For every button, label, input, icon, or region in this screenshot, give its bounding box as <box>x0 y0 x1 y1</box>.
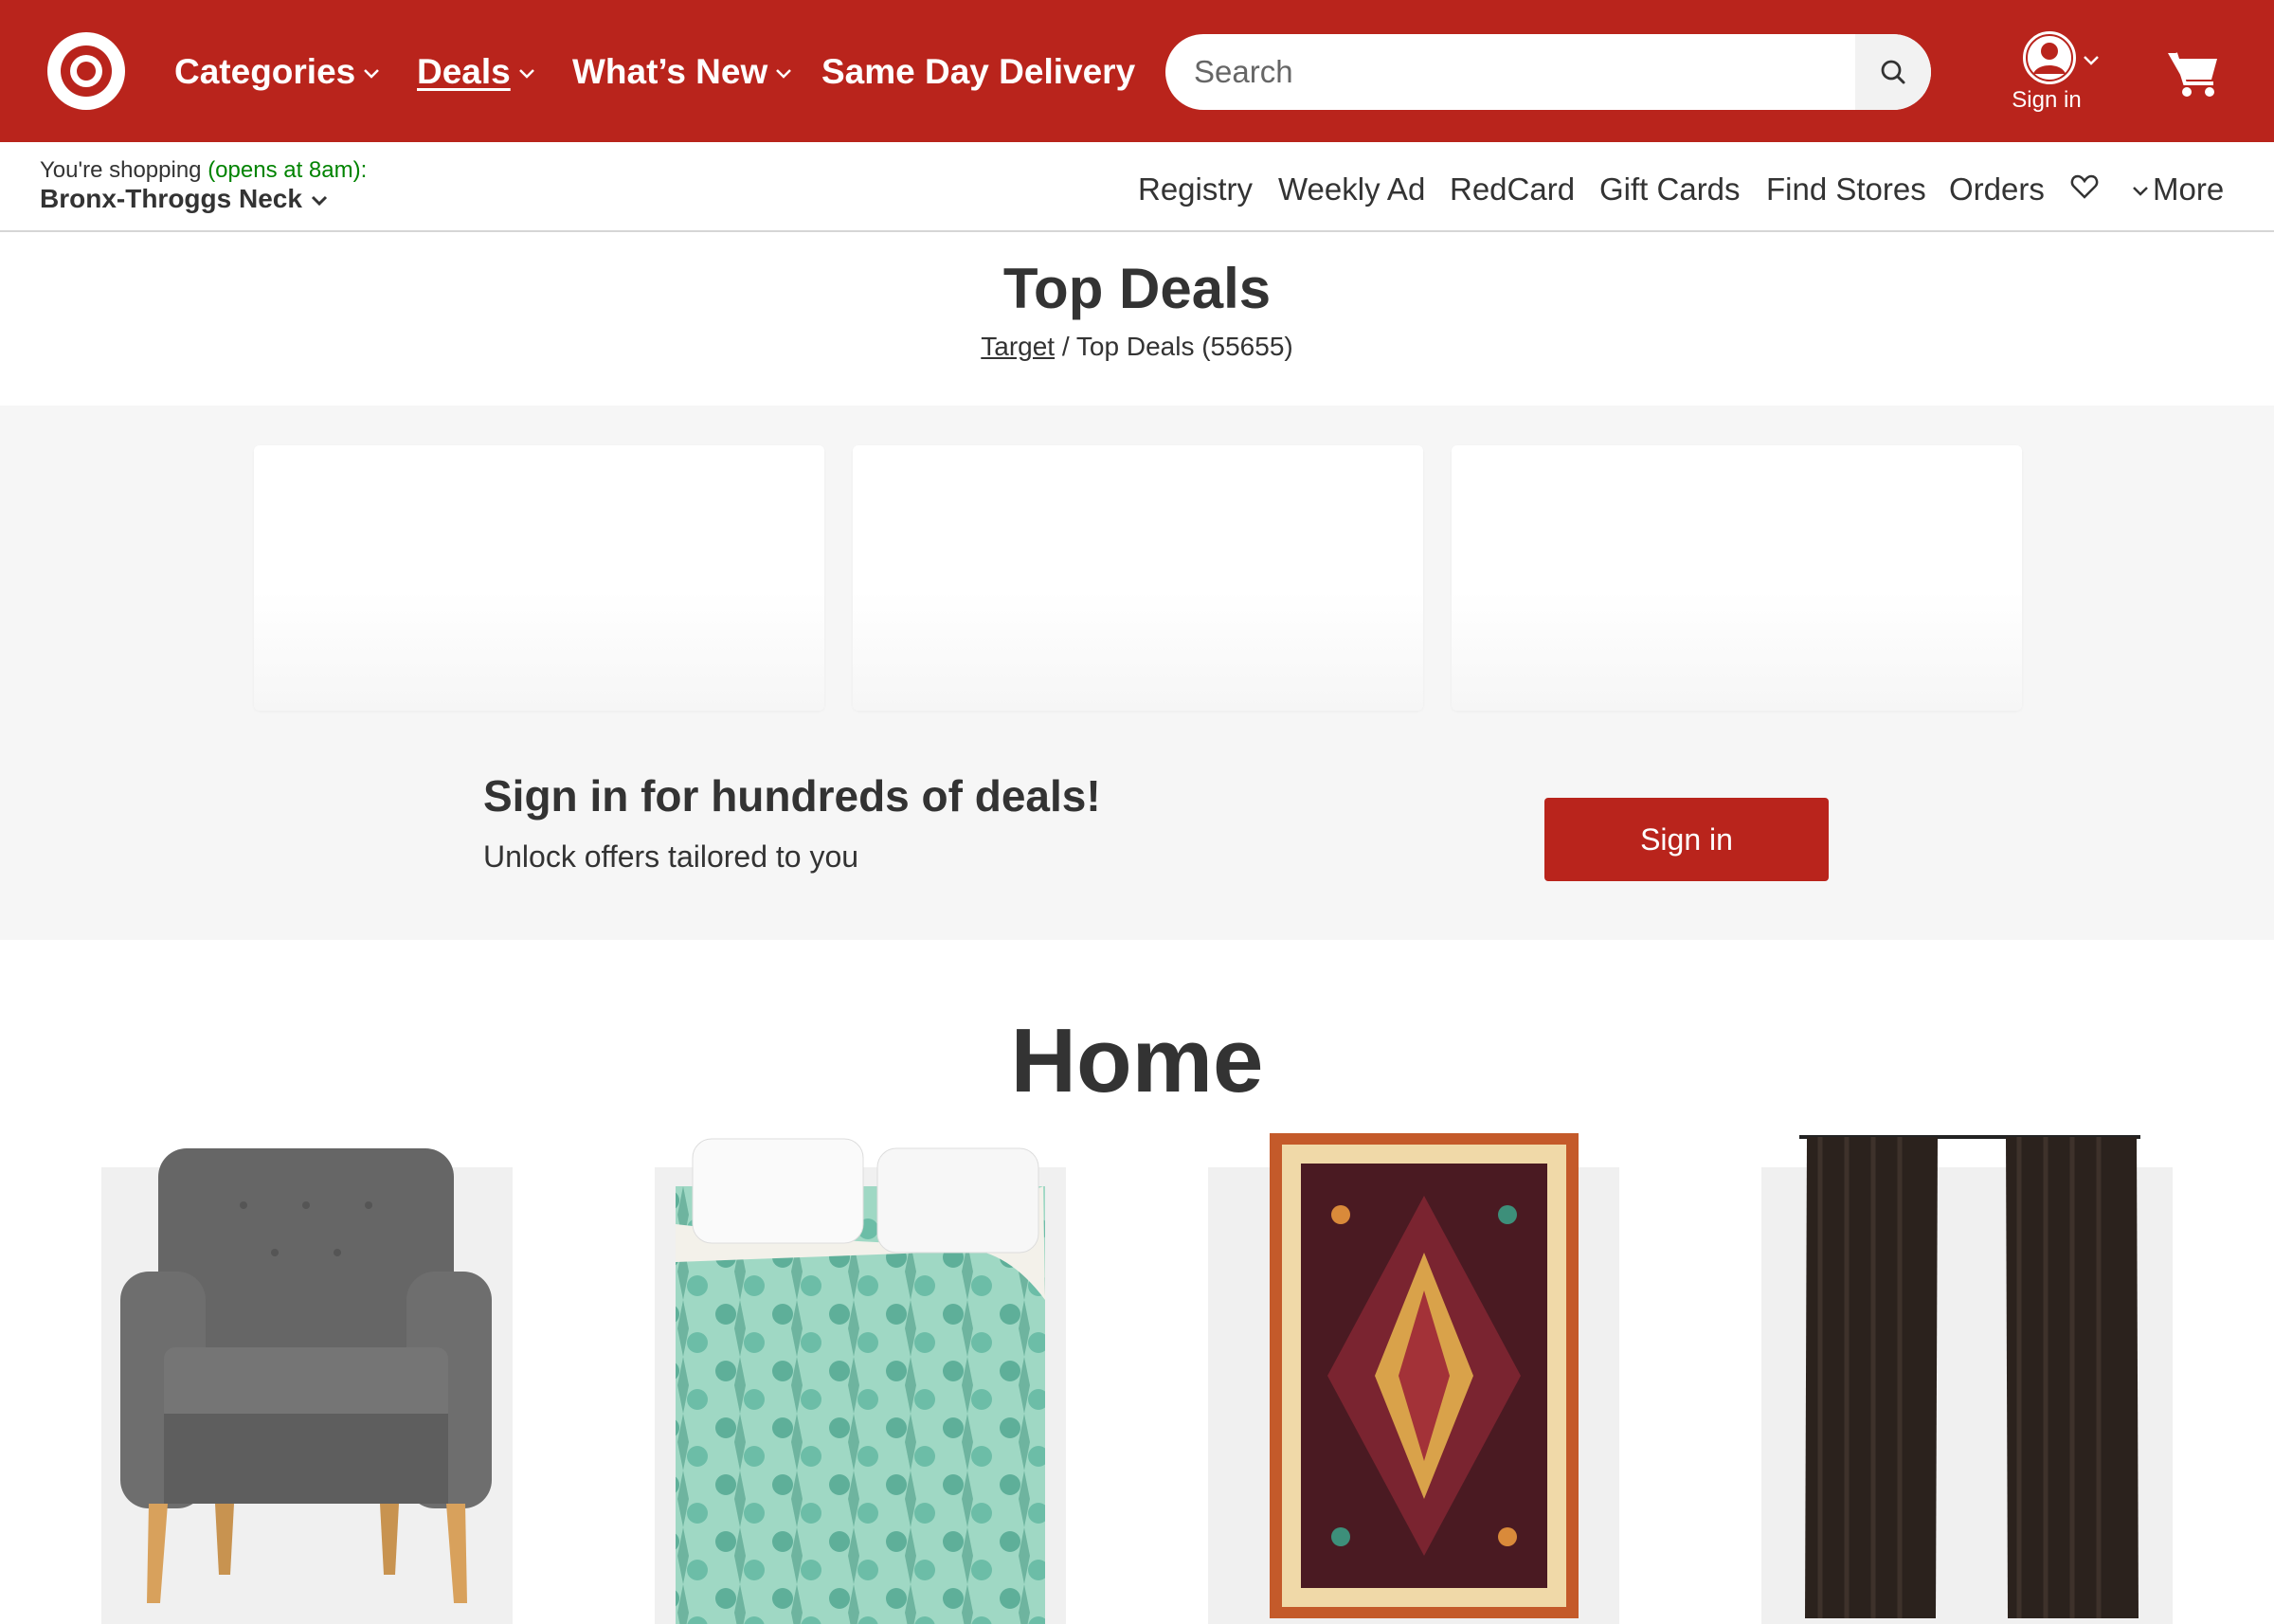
deal-card-placeholder[interactable] <box>254 445 824 711</box>
store-status: You're shopping (opens at 8am): <box>40 157 367 184</box>
store-hours: (opens at 8am): <box>208 157 368 183</box>
search-bar <box>1165 34 1931 110</box>
link-redcard[interactable]: RedCard <box>1450 171 1575 208</box>
breadcrumb: Target / Top Deals (55655) <box>0 332 2274 362</box>
nav-categories-label: Categories <box>174 52 356 91</box>
product-tile-duvet[interactable] <box>655 1138 1066 1624</box>
armchair-image <box>120 1148 492 1603</box>
user-icon <box>2023 31 2076 84</box>
chevron-down-icon <box>2084 56 2099 65</box>
search-input[interactable] <box>1165 34 1855 110</box>
nav-same-day-delivery-label: Same Day Delivery <box>821 52 1136 91</box>
duvet-image <box>676 1138 1045 1624</box>
signin-button[interactable]: Sign in <box>1544 798 1829 881</box>
rug-image <box>1270 1133 1579 1618</box>
store-name: Bronx-Throggs Neck <box>40 184 302 213</box>
nav-categories[interactable]: Categories <box>174 47 380 97</box>
heart-icon[interactable] <box>2070 172 2099 201</box>
chevron-down-icon <box>518 69 534 79</box>
curtains-image <box>1799 1135 2140 1618</box>
chevron-down-icon <box>2133 187 2148 197</box>
nav-deals[interactable]: Deals <box>417 47 535 97</box>
cart-icon[interactable] <box>2166 49 2221 99</box>
product-tile-armchair[interactable] <box>101 1148 513 1624</box>
link-orders[interactable]: Orders <box>1949 171 2045 208</box>
link-registry[interactable]: Registry <box>1138 171 1253 208</box>
account-signin-label: Sign in <box>2012 87 2082 113</box>
store-prefix: You're shopping <box>40 157 202 183</box>
chevron-down-icon <box>311 195 327 206</box>
store-selector[interactable]: Bronx-Throggs Neck <box>40 184 329 214</box>
signin-promo-subtext: Unlock offers tailored to you <box>483 839 859 874</box>
link-weekly-ad[interactable]: Weekly Ad <box>1278 171 1425 208</box>
nav-whats-new-label: What’s New <box>572 52 768 91</box>
target-logo[interactable] <box>47 32 125 110</box>
search-icon <box>1881 60 1905 84</box>
product-tile-curtains[interactable] <box>1761 1135 2173 1624</box>
search-button[interactable] <box>1855 34 1931 110</box>
deals-signin-band: Sign in for hundreds of deals! Unlock of… <box>0 406 2274 940</box>
breadcrumb-current: / Top Deals (55655) <box>1061 332 1293 361</box>
nav-same-day-delivery[interactable]: Same Day Delivery <box>821 47 1135 97</box>
product-tile-rug[interactable] <box>1208 1133 1619 1624</box>
section-title-home: Home <box>1010 1010 1264 1111</box>
chevron-down-icon <box>364 69 380 79</box>
secondary-nav-bar: You're shopping (opens at 8am): Bronx-Th… <box>0 142 2274 232</box>
link-more[interactable]: More <box>2132 171 2224 208</box>
account-button[interactable]: Sign in <box>2009 30 2099 117</box>
chevron-down-icon <box>776 69 792 79</box>
deal-card-placeholder[interactable] <box>853 445 1423 711</box>
signin-promo-heading: Sign in for hundreds of deals! <box>483 771 1101 821</box>
deal-card-placeholder[interactable] <box>1452 445 2022 711</box>
link-gift-cards[interactable]: Gift Cards <box>1599 171 1741 208</box>
nav-deals-label: Deals <box>417 52 511 91</box>
top-header: Categories Deals What’s New Same Day Del… <box>0 0 2274 142</box>
page-title: Top Deals <box>1002 257 1272 320</box>
breadcrumb-link-target[interactable]: Target <box>981 332 1055 361</box>
nav-whats-new[interactable]: What’s New <box>572 47 792 97</box>
link-more-label: More <box>2153 171 2225 207</box>
link-find-stores[interactable]: Find Stores <box>1766 171 1926 208</box>
